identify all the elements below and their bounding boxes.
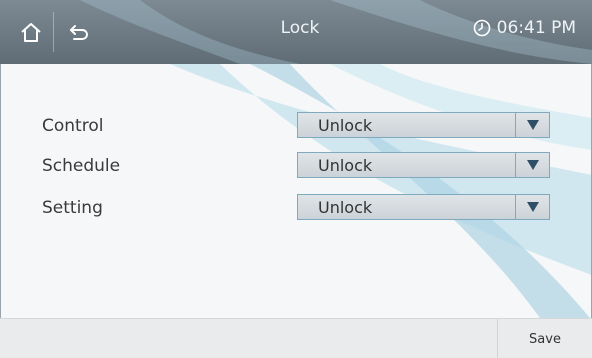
control-dropdown-toggle[interactable] [515, 113, 549, 137]
schedule-dropdown-value: Unlock [318, 156, 373, 175]
footer-bar: Save [0, 318, 592, 358]
back-icon [70, 25, 89, 40]
header-divider [53, 12, 54, 52]
dropdown-arrow-icon [526, 120, 539, 130]
control-dropdown[interactable]: Unlock [297, 112, 550, 138]
page-title: Lock [280, 18, 320, 38]
setting-label: Setting [42, 198, 103, 218]
dropdown-arrow-icon [526, 202, 539, 212]
home-button[interactable] [8, 8, 54, 56]
back-button[interactable] [56, 8, 102, 56]
dropdown-arrow-icon [526, 160, 539, 170]
clock-display: 06:41 PM [473, 18, 576, 38]
home-icon [21, 23, 41, 42]
schedule-dropdown-toggle[interactable] [515, 153, 549, 177]
clock-time: 06:41 PM [496, 18, 576, 38]
save-button[interactable]: Save [498, 319, 592, 358]
clock-icon [473, 19, 490, 37]
lock-settings-screen: Lock 06:41 PM Control Unlock Schedule Un… [0, 0, 592, 358]
setting-dropdown-toggle[interactable] [515, 195, 549, 219]
setting-dropdown-value: Unlock [318, 198, 373, 217]
schedule-label: Schedule [42, 156, 121, 176]
header-bar: Lock 06:41 PM [0, 0, 592, 64]
schedule-dropdown[interactable]: Unlock [297, 152, 550, 178]
setting-dropdown[interactable]: Unlock [297, 194, 550, 220]
control-dropdown-value: Unlock [318, 116, 373, 135]
control-label: Control [42, 116, 104, 136]
left-border [0, 64, 1, 318]
